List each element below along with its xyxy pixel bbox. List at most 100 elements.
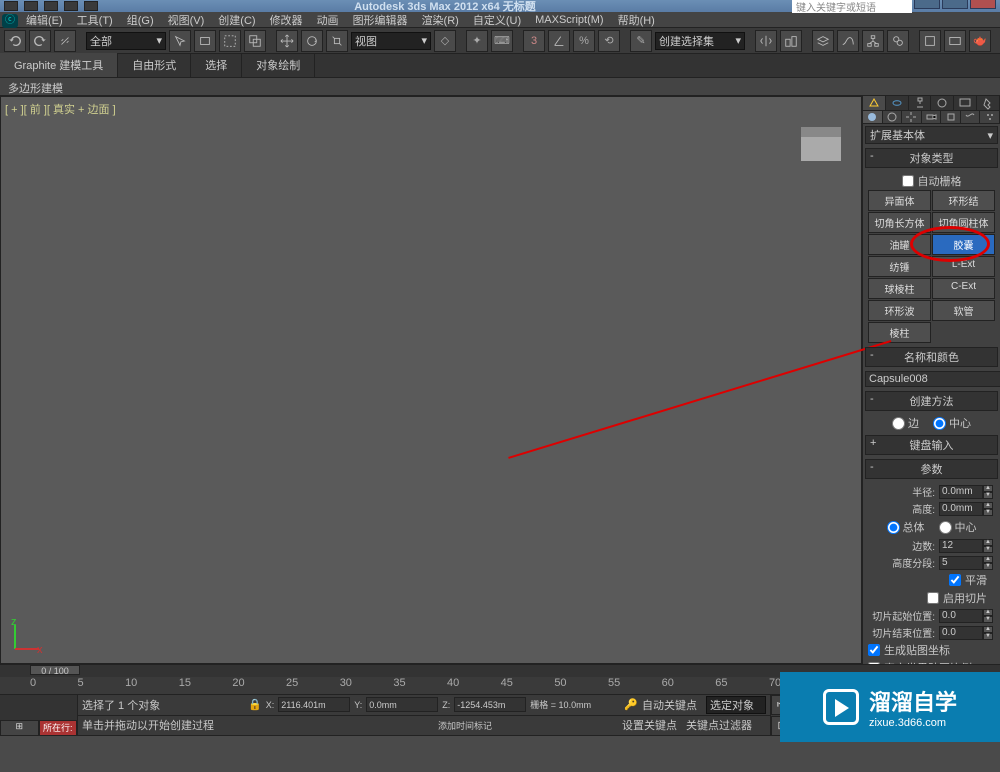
window-crossing-button[interactable]	[244, 30, 266, 52]
material-editor-button[interactable]	[887, 30, 909, 52]
percent-snap-button[interactable]: %	[573, 30, 595, 52]
select-button[interactable]	[169, 30, 191, 52]
addtime-label[interactable]: 添加时间标记	[438, 719, 618, 732]
sides-spinner[interactable]	[939, 539, 983, 553]
rotate-button[interactable]	[301, 30, 323, 52]
coord-y[interactable]	[366, 697, 438, 712]
scale-button[interactable]	[326, 30, 348, 52]
ribbon-tab-selection[interactable]: 选择	[191, 53, 242, 77]
snap-button[interactable]: 3	[523, 30, 545, 52]
sliceto-spinner[interactable]	[939, 626, 983, 640]
qat-btn[interactable]	[44, 1, 58, 11]
tab-display[interactable]	[954, 96, 977, 110]
lock-icon[interactable]: 🔒	[248, 698, 262, 711]
radius-spinner[interactable]	[939, 485, 983, 499]
genmap-checkbox[interactable]	[868, 644, 880, 656]
now-line-button[interactable]: 所在行:	[39, 720, 78, 736]
help-search[interactable]: 键入关键字或短语	[792, 0, 912, 13]
ribbon-tab-paint[interactable]: 对象绘制	[242, 53, 315, 77]
qat-btn[interactable]	[24, 1, 38, 11]
menu-customize[interactable]: 自定义(U)	[467, 12, 527, 28]
align-button[interactable]	[780, 30, 802, 52]
setkey-button[interactable]: 设置关键点	[622, 717, 682, 733]
rollout-name-color[interactable]: -名称和颜色	[865, 347, 998, 367]
obj-torusknot[interactable]: 环形结	[932, 190, 995, 211]
keymode-button[interactable]: ⌨	[491, 30, 513, 52]
tab-create[interactable]	[863, 96, 886, 110]
cat-cameras[interactable]	[922, 111, 942, 123]
named-selection-dropdown[interactable]: 创建选择集▾	[655, 32, 745, 50]
app-logo-icon[interactable]: ⓒ	[2, 14, 18, 28]
mirror-button[interactable]	[755, 30, 777, 52]
ribbon-tab-graphite[interactable]: Graphite 建模工具	[0, 53, 118, 77]
rollout-object-type[interactable]: -对象类型	[865, 148, 998, 168]
minimize-button[interactable]	[914, 0, 940, 9]
spinner-snap-button[interactable]: ⟲	[598, 30, 620, 52]
angle-snap-button[interactable]	[548, 30, 570, 52]
editnamed-button[interactable]: ✎	[630, 30, 652, 52]
menu-tools[interactable]: 工具(T)	[71, 12, 119, 28]
close-button[interactable]	[970, 0, 996, 9]
menu-help[interactable]: 帮助(H)	[612, 12, 661, 28]
link-button[interactable]	[54, 30, 76, 52]
smooth-checkbox[interactable]	[949, 574, 961, 586]
obj-ringwave[interactable]: 环形波	[868, 300, 931, 321]
radio-edge[interactable]: 边	[892, 415, 919, 431]
cat-lights[interactable]	[902, 111, 922, 123]
subcategory-dropdown[interactable]: 扩展基本体▾	[865, 126, 998, 144]
menu-animation[interactable]: 动画	[311, 12, 345, 28]
move-button[interactable]	[276, 30, 298, 52]
render-frame-button[interactable]	[944, 30, 966, 52]
tab-utilities[interactable]	[977, 96, 1000, 110]
cat-helpers[interactable]	[941, 111, 961, 123]
menu-modifiers[interactable]: 修改器	[264, 12, 309, 28]
tab-motion[interactable]	[931, 96, 954, 110]
tab-modify[interactable]	[886, 96, 909, 110]
object-name-input[interactable]	[865, 371, 1000, 387]
keyfilter-button[interactable]: 关键点过滤器	[686, 717, 766, 733]
obj-hose[interactable]: 软管	[932, 300, 995, 321]
redo-button[interactable]	[29, 30, 51, 52]
schematic-button[interactable]	[862, 30, 884, 52]
mini-trackbar[interactable]	[0, 695, 77, 720]
select-region-button[interactable]	[219, 30, 241, 52]
radio-centers[interactable]: 中心	[939, 519, 977, 535]
cat-geometry[interactable]	[863, 111, 883, 123]
qat-btn[interactable]	[4, 1, 18, 11]
sliceon-checkbox[interactable]	[927, 592, 939, 604]
selection-filter[interactable]: 全部▾	[86, 32, 166, 50]
rollout-creation-method[interactable]: -创建方法	[865, 391, 998, 411]
viewcube[interactable]	[801, 127, 841, 161]
cat-shapes[interactable]	[883, 111, 903, 123]
ribbon-tab-freeform[interactable]: 自由形式	[118, 53, 191, 77]
autogrid-checkbox[interactable]	[902, 175, 914, 187]
qat-btn[interactable]	[64, 1, 78, 11]
qat-btn[interactable]	[84, 1, 98, 11]
layers-button[interactable]	[812, 30, 834, 52]
obj-prism[interactable]: 棱柱	[868, 322, 931, 343]
rollout-keyboard-entry[interactable]: +键盘输入	[865, 435, 998, 455]
maximize-button[interactable]	[942, 0, 968, 9]
select-name-button[interactable]	[194, 30, 216, 52]
autokey-button[interactable]: 自动关键点	[642, 697, 702, 713]
obj-gengon[interactable]: 球棱柱	[868, 278, 931, 299]
hseg-spinner[interactable]	[939, 556, 983, 570]
viewport-front[interactable]: [ + ][ 前 ][ 真实 + 边面 ] z x	[0, 96, 862, 664]
menu-rendering[interactable]: 渲染(R)	[416, 12, 465, 28]
menu-maxscript[interactable]: MAXScript(M)	[529, 14, 609, 26]
viewport-label[interactable]: [ + ][ 前 ][ 真实 + 边面 ]	[5, 101, 116, 117]
render-setup-button[interactable]	[919, 30, 941, 52]
slicefrom-spinner[interactable]	[939, 609, 983, 623]
obj-cext[interactable]: C-Ext	[932, 278, 995, 299]
cat-spacewarps[interactable]	[961, 111, 981, 123]
height-spinner[interactable]	[939, 502, 983, 516]
menu-edit[interactable]: 编辑(E)	[20, 12, 69, 28]
tab-hierarchy[interactable]	[909, 96, 932, 110]
curve-editor-button[interactable]	[837, 30, 859, 52]
pivot-button[interactable]: ◇	[434, 30, 456, 52]
coord-x[interactable]	[278, 697, 350, 712]
rollout-parameters[interactable]: -参数	[865, 459, 998, 479]
time-slider-knob[interactable]: 0 / 100	[30, 665, 80, 675]
refcoord-dropdown[interactable]: 视图▾	[351, 32, 431, 50]
menu-group[interactable]: 组(G)	[121, 12, 160, 28]
